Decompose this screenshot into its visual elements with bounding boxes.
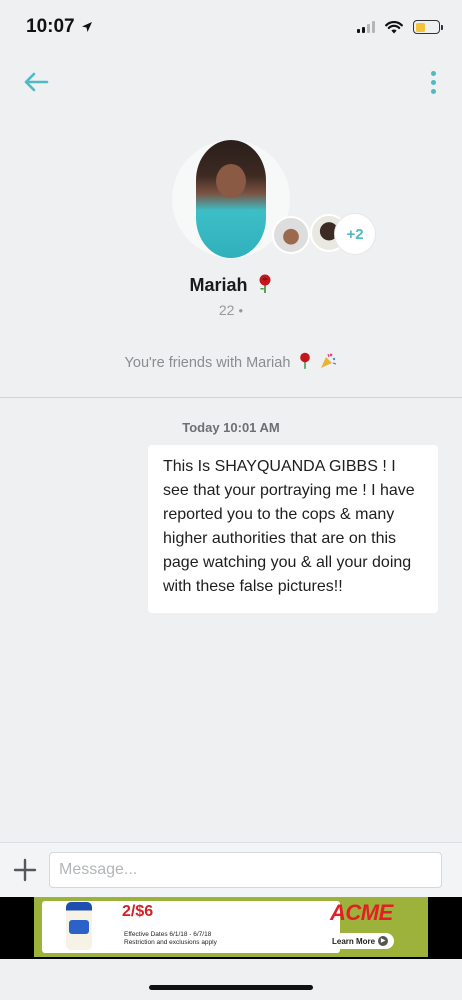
message-bubble[interactable]: This Is SHAYQUANDA GIBBS ! I see that yo…: [148, 445, 438, 613]
profile-name: Mariah: [189, 275, 248, 295]
message-timestamp: Today 10:01 AM: [182, 420, 280, 435]
status-time-text: 10:07: [26, 16, 75, 37]
profile-name-row: Mariah: [0, 274, 462, 296]
more-photos-badge[interactable]: +2: [335, 214, 375, 254]
friendship-note: You're friends with Mariah: [0, 352, 462, 371]
ad-fine-print-restrictions: Restriction and exclusions apply: [124, 939, 217, 946]
more-vertical-icon-dot: [430, 88, 436, 94]
age-dot-icon: ●: [238, 306, 244, 315]
section-divider: [0, 397, 462, 398]
battery-icon: [413, 20, 443, 34]
message-input[interactable]: [49, 852, 442, 888]
profile-age-row: 22 ●: [0, 302, 462, 318]
ad-banner[interactable]: 2/$6 Effective Dates 6/1/18 - 6/7/18 Res…: [34, 897, 428, 957]
rose-emoji-icon: [259, 274, 271, 293]
more-vertical-icon-dot: [430, 79, 436, 85]
play-arrow-icon: ▶: [378, 936, 389, 946]
more-vertical-icon-dot: [430, 70, 436, 76]
ad-learn-more-button[interactable]: Learn More ▶: [326, 933, 395, 949]
ad-fine-print: Effective Dates 6/1/18 - 6/7/18 Restrict…: [124, 931, 217, 947]
ad-brand-logo: ACME: [330, 900, 393, 925]
back-button[interactable]: [20, 66, 52, 98]
status-bar: 10:07: [0, 0, 462, 54]
profile-photo: [196, 140, 266, 258]
rose-emoji-icon: [300, 352, 311, 369]
battery-level-fill: [415, 22, 426, 32]
profile-thumbnail[interactable]: [272, 216, 310, 254]
ad-fine-print-dates: Effective Dates 6/1/18 - 6/7/18: [124, 931, 212, 938]
back-arrow-icon: [24, 72, 49, 92]
home-indicator[interactable]: [149, 985, 313, 990]
status-indicators: [357, 20, 443, 34]
cellular-signal-icon: [357, 21, 375, 33]
ad-learn-more-label: Learn More: [332, 936, 376, 946]
add-attachment-button[interactable]: [10, 855, 40, 885]
message-composer: [0, 842, 462, 897]
plus-icon: [13, 858, 37, 882]
party-popper-emoji-icon: [321, 353, 337, 368]
top-nav: [0, 58, 462, 106]
ad-price: 2/$6: [122, 903, 154, 920]
ad-band: 2/$6 Effective Dates 6/1/18 - 6/7/18 Res…: [0, 897, 462, 959]
location-arrow-icon: [81, 22, 92, 32]
profile-age: 22: [218, 302, 235, 318]
more-options-button[interactable]: [426, 66, 440, 98]
status-time: 10:07: [26, 16, 93, 38]
friendship-text: You're friends with Mariah: [124, 355, 291, 371]
mayonnaise-jar-image: [66, 902, 92, 950]
wifi-icon: [385, 20, 403, 33]
